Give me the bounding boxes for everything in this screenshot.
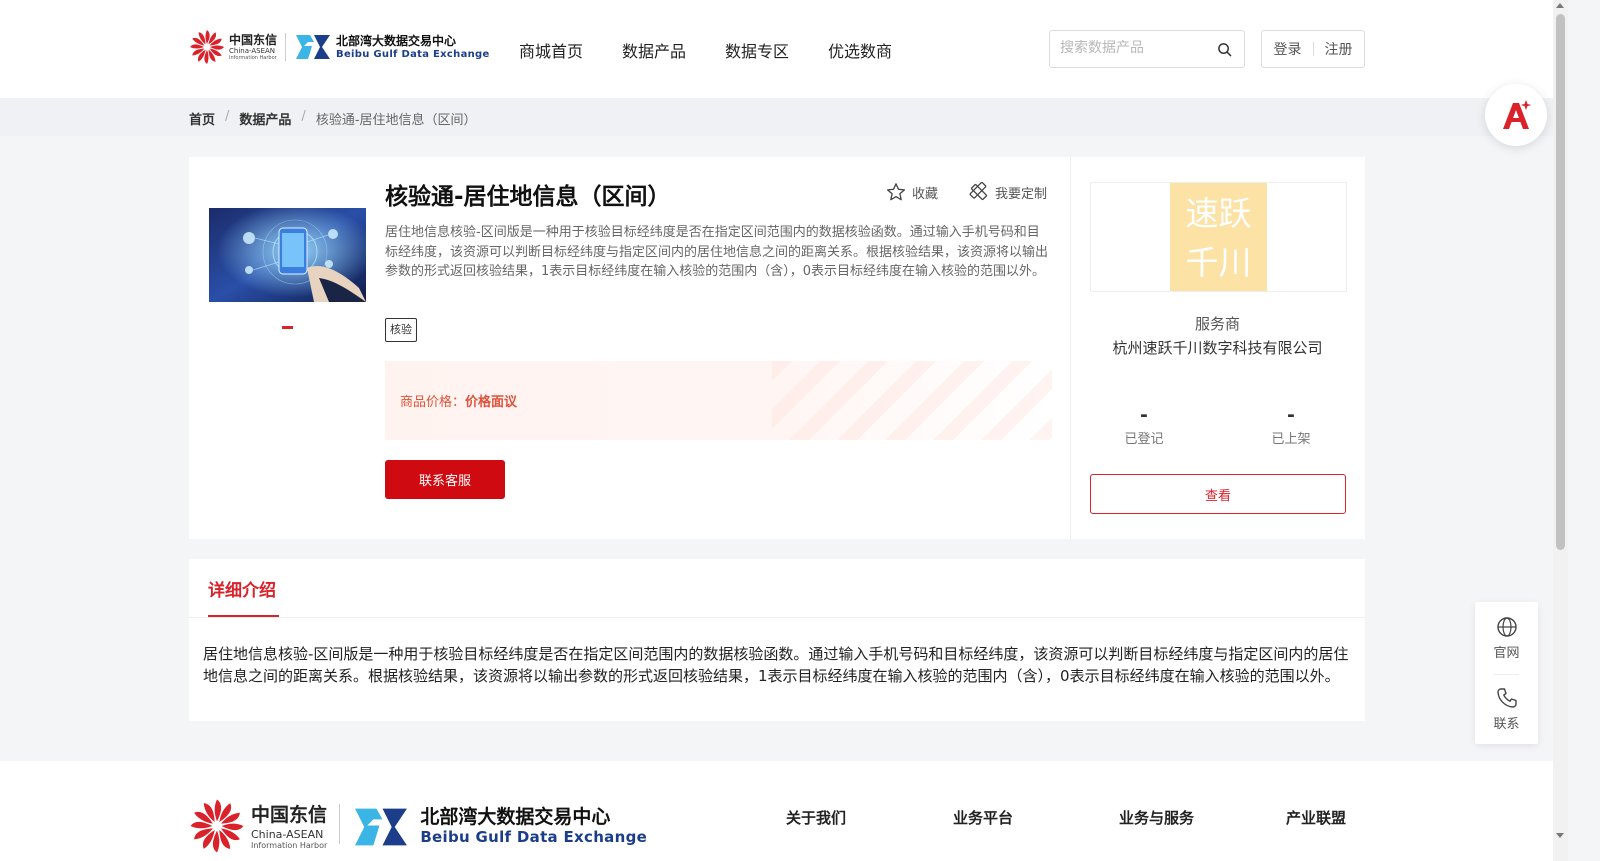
auth-box: 登录 注册 <box>1261 30 1365 68</box>
product-tag: 核验 <box>385 318 417 342</box>
provider-logo-mark: 速跃 千川 <box>1170 183 1267 291</box>
footer-about-us[interactable]: 关于我们 <box>786 807 846 828</box>
footer-bgde-en: Beibu Gulf Data Exchange <box>420 828 648 846</box>
price-line: 商品价格：价格面议 <box>400 391 517 410</box>
search-box <box>1049 30 1245 68</box>
ai-assistant-button[interactable] <box>1485 84 1547 146</box>
bgde-wordmark: 北部湾大数据交易中心 Beibu Gulf Data Exchange <box>336 35 490 60</box>
carousel-indicator[interactable] <box>282 326 293 329</box>
search-input[interactable] <box>1060 40 1210 56</box>
detail-card: 详细介绍 居住地信息核验-区间版是一种用于核验目标经纬度是否在指定区间范围内的数… <box>189 559 1365 721</box>
china-telecom-logo-icon <box>189 29 225 65</box>
footer-china-telecom-en-sub: Information Harbor <box>251 841 328 850</box>
footer-industry-alliance[interactable]: 产业联盟 <box>1286 807 1346 828</box>
footer-business-services[interactable]: 业务与服务 <box>1119 807 1194 828</box>
site-footer: 中国东信 China-ASEAN Information Harbor 北部湾大… <box>0 761 1568 861</box>
product-title: 核验通-居住地信息（区间） <box>385 184 671 210</box>
customize-label: 我要定制 <box>995 186 1048 202</box>
tab-divider <box>189 617 1365 618</box>
footer-china-telecom-cn: 中国东信 <box>251 804 328 826</box>
search-icon[interactable] <box>1217 42 1232 57</box>
detail-text: 居住地信息核验-区间版是一种用于核验目标经纬度是否在指定区间范围内的数据核验函数… <box>203 645 1349 685</box>
main-nav: 商城首页 数据产品 数据专区 优选数商 <box>519 38 931 62</box>
tab-detail-intro[interactable]: 详细介绍 <box>208 576 276 601</box>
price-value: 价格面议 <box>465 395 518 410</box>
site-header: 中国东信 China-ASEAN Information Harbor 北部湾大… <box>0 0 1568 98</box>
scrollbar-thumb[interactable] <box>1556 14 1565 550</box>
stat-registered: - 已登记 <box>1104 404 1184 447</box>
footer-china-telecom-en: China-ASEAN <box>251 828 324 841</box>
stat-listed-label: 已上架 <box>1271 432 1311 447</box>
footer-china-telecom-icon <box>189 798 245 858</box>
globe-icon <box>1496 617 1517 637</box>
breadcrumb-separator: / <box>225 109 230 124</box>
bgde-cn: 北部湾大数据交易中心 <box>336 33 457 48</box>
provider-logo-text-1: 速跃 <box>1185 194 1252 233</box>
footer-business-platform[interactable]: 业务平台 <box>953 807 1013 828</box>
breadcrumb-separator: / <box>301 109 306 124</box>
breadcrumb: 首页 / 数据产品 / 核验通-居住地信息（区间） <box>189 109 477 128</box>
footer-bgde-icon <box>352 804 410 854</box>
contact-service-button[interactable]: 联系客服 <box>385 460 505 499</box>
footer-china-telecom-wordmark: 中国东信 China-ASEAN Information Harbor <box>251 806 327 850</box>
scroll-up-icon[interactable] <box>1556 3 1564 8</box>
nav-data-products[interactable]: 数据产品 <box>622 38 686 62</box>
nav-data-zone[interactable]: 数据专区 <box>725 38 789 62</box>
side-official-site[interactable]: 官网 <box>1475 616 1538 661</box>
page-scrollbar[interactable] <box>1553 0 1568 861</box>
footer-bgde-cn: 北部湾大数据交易中心 <box>420 806 611 828</box>
side-divider <box>1494 674 1519 675</box>
china-telecom-en-sub: Information Harbor <box>229 54 277 61</box>
bgde-logo-icon <box>294 32 332 62</box>
site-logo[interactable]: 中国东信 China-ASEAN Information Harbor 北部湾大… <box>189 29 490 65</box>
china-telecom-en: China-ASEAN <box>229 46 276 55</box>
side-contact[interactable]: 联系 <box>1475 687 1538 732</box>
product-card: 核验通-居住地信息（区间） 收藏 我要定制 居住地信息核验-区间版是一种用于核验… <box>189 157 1365 539</box>
customize-button[interactable]: 我要定制 <box>969 182 1047 202</box>
breadcrumb-data-products[interactable]: 数据产品 <box>239 109 291 128</box>
footer-logo-divider <box>339 804 341 844</box>
china-telecom-cn: 中国东信 <box>229 32 278 47</box>
register-link[interactable]: 注册 <box>1325 39 1353 59</box>
logo-divider <box>285 33 287 61</box>
provider-logo-text-2: 千川 <box>1185 243 1252 282</box>
customize-icon <box>969 182 988 201</box>
provider-logo: 速跃 千川 <box>1090 182 1347 292</box>
favorite-button[interactable]: 收藏 <box>886 182 938 202</box>
breadcrumb-bar: 首页 / 数据产品 / 核验通-居住地信息（区间） <box>0 98 1568 136</box>
stat-listed-value: - <box>1287 404 1295 426</box>
view-provider-button[interactable]: 查看 <box>1090 474 1346 514</box>
breadcrumb-current: 核验通-居住地信息（区间） <box>315 113 477 128</box>
login-link[interactable]: 登录 <box>1274 39 1302 59</box>
scroll-down-icon[interactable] <box>1556 833 1564 838</box>
footer-logo: 中国东信 China-ASEAN Information Harbor 北部湾大… <box>189 798 647 858</box>
favorite-label: 收藏 <box>912 186 939 202</box>
phone-icon <box>1496 688 1517 708</box>
price-panel: 商品价格：价格面议 <box>385 361 1052 440</box>
ai-assistant-icon <box>1503 100 1532 129</box>
price-panel-decoration <box>772 361 1052 440</box>
stat-registered-value: - <box>1140 404 1148 426</box>
breadcrumb-home[interactable]: 首页 <box>189 109 215 128</box>
nav-mall-home[interactable]: 商城首页 <box>519 38 583 62</box>
provider-name: 杭州速跃千川数字科技有限公司 <box>1112 339 1323 357</box>
product-image <box>209 208 366 302</box>
stat-listed: - 已上架 <box>1251 404 1331 447</box>
china-telecom-wordmark: 中国东信 China-ASEAN Information Harbor <box>229 34 277 61</box>
side-official-label: 官网 <box>1493 646 1520 661</box>
star-icon <box>886 183 906 201</box>
bgde-en: Beibu Gulf Data Exchange <box>336 48 490 60</box>
side-toolbar: 官网 联系 <box>1475 602 1538 744</box>
price-label: 商品价格： <box>400 395 466 410</box>
provider-type: 服务商 <box>1194 315 1240 333</box>
product-description: 居住地信息核验-区间版是一种用于核验目标经纬度是否在指定区间范围内的数据核验函数… <box>385 225 1049 279</box>
footer-bgde-wordmark: 北部湾大数据交易中心 Beibu Gulf Data Exchange <box>420 808 647 845</box>
nav-preferred-merchants[interactable]: 优选数商 <box>828 38 892 62</box>
side-contact-label: 联系 <box>1493 717 1520 732</box>
stat-registered-label: 已登记 <box>1124 432 1164 447</box>
auth-divider <box>1312 42 1314 56</box>
